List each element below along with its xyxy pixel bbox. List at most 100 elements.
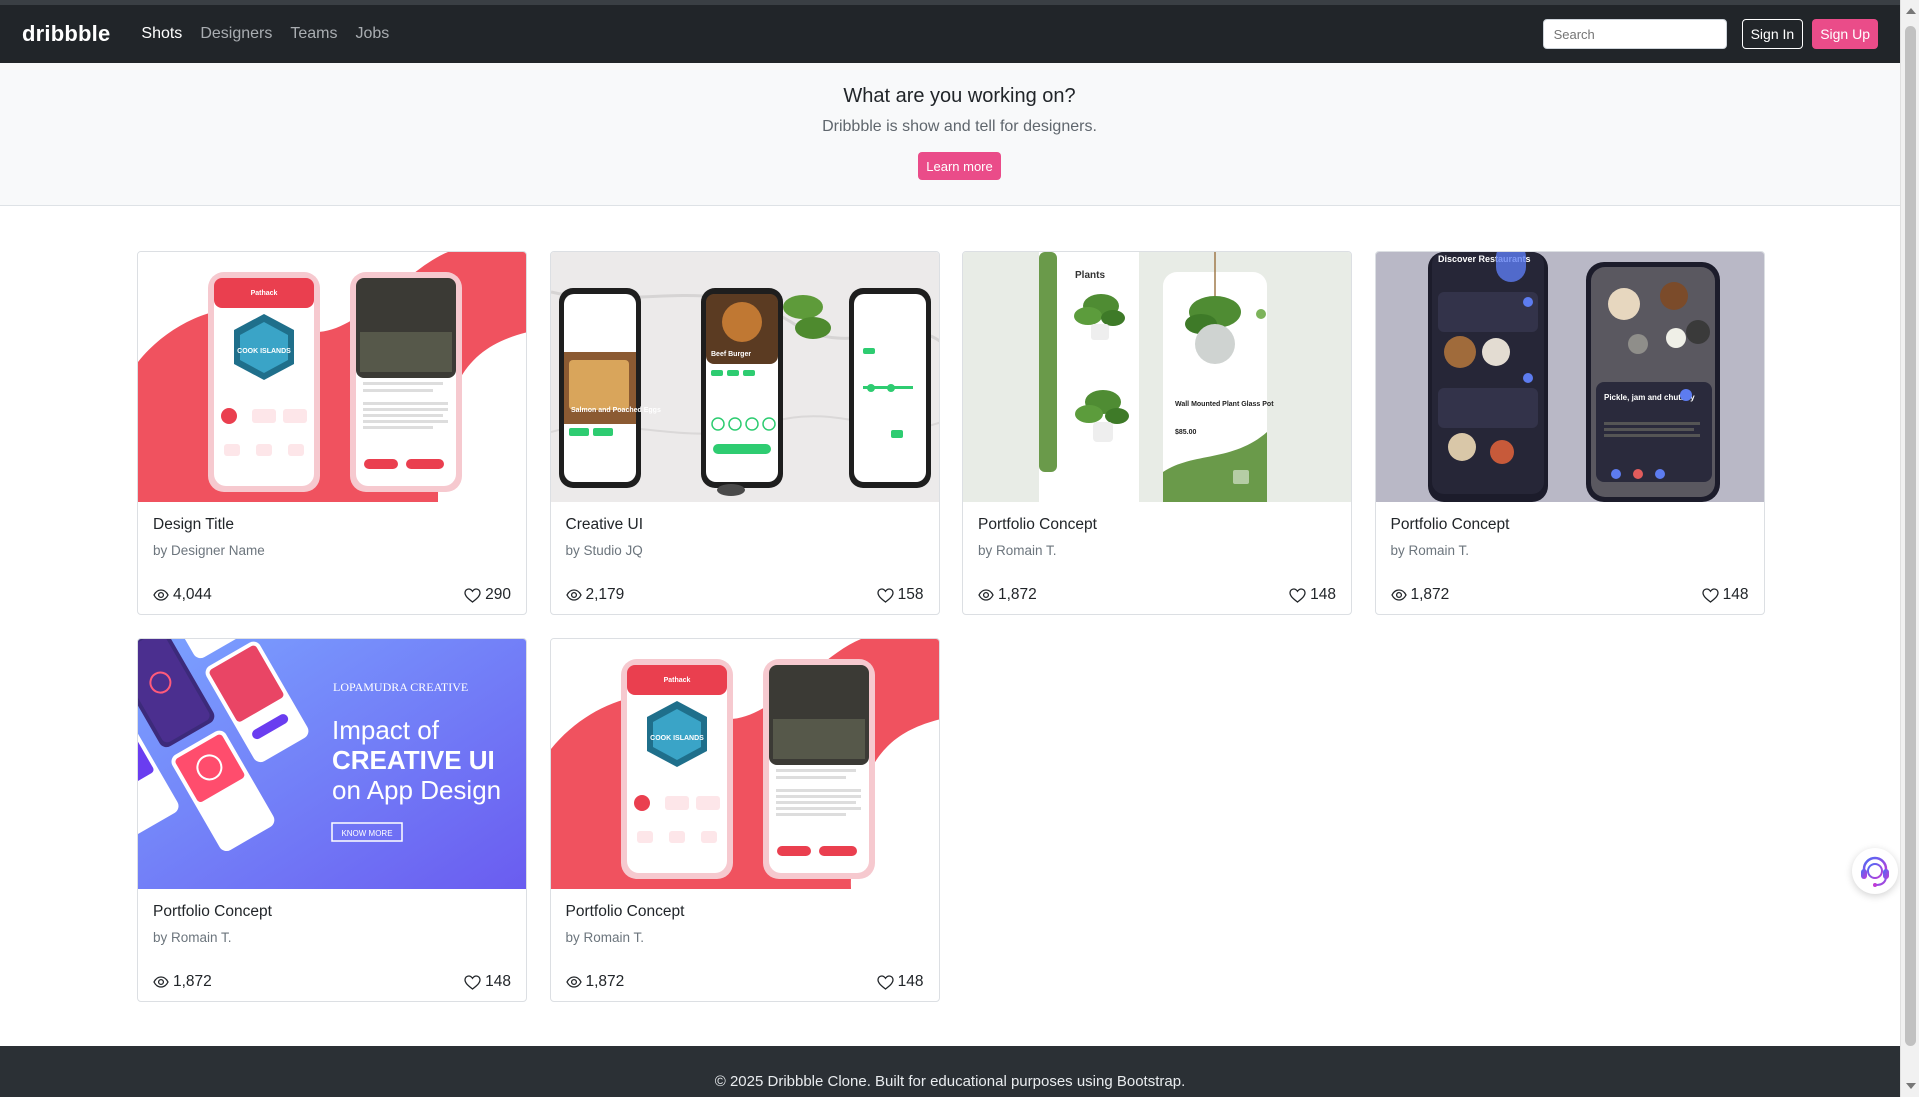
shot-thumb-text: Pathack: [663, 677, 690, 684]
likes-value: 148: [897, 973, 924, 990]
nav-link-teams[interactable]: Teams: [281, 25, 346, 43]
nav-link-shots[interactable]: Shots: [132, 25, 191, 43]
shot-card[interactable]: Discover Restaurants Pickle, jam and chu…: [1374, 251, 1765, 615]
shot-thumb-text: CREATIVE UI: [332, 745, 495, 775]
views-count: 2,179: [565, 586, 625, 604]
shot-thumb-text: LOPAMUDRA CREATIVE: [333, 680, 468, 694]
shot-title[interactable]: Creative UI: [566, 516, 924, 534]
shot-thumb-text: Pathack: [251, 290, 278, 297]
shot-stats: 1,872 148: [565, 973, 924, 991]
shot-card[interactable]: Salmon and Poached Eggs Beef Burger Crea…: [549, 251, 940, 615]
likes-count[interactable]: 148: [464, 973, 511, 991]
nav-link-jobs[interactable]: Jobs: [346, 25, 398, 43]
shot-thumb-text: COOK ISLANDS: [650, 735, 704, 742]
shot-card[interactable]: Plants Wall Mounted Plant Glass Pot $85.…: [962, 251, 1352, 615]
shot-thumb-text: Salmon and Poached Eggs: [571, 407, 661, 414]
nav-links: Shots Designers Teams Jobs: [132, 25, 398, 43]
scroll-down-arrow-icon[interactable]: [1906, 1083, 1916, 1089]
learn-more-button[interactable]: Learn more: [918, 152, 1001, 180]
shot-title[interactable]: Design Title: [153, 516, 511, 534]
shot-stats: 4,044 290: [153, 586, 511, 604]
shot-card[interactable]: LOPAMUDRA CREATIVE Impact of CREATIVE UI…: [137, 638, 527, 1002]
eye-icon: [153, 976, 169, 988]
page-scrollbar[interactable]: [1900, 0, 1919, 1097]
shot-stats: 1,872 148: [153, 973, 511, 991]
views-value: 1,872: [998, 586, 1037, 603]
shot-info: Creative UI by Studio JQ: [551, 502, 939, 558]
shot-thumb-text: Plants: [1075, 270, 1105, 281]
support-chat-button[interactable]: [1852, 848, 1898, 894]
shot-title[interactable]: Portfolio Concept: [978, 516, 1336, 534]
views-count: 4,044: [153, 586, 212, 604]
views-count: 1,872: [1390, 586, 1450, 604]
eye-icon: [565, 589, 582, 601]
shot-author[interactable]: by Romain T.: [978, 543, 1336, 558]
page-footer: © 2025 Dribbble Clone. Built for educati…: [0, 1046, 1900, 1097]
support-headset-icon[interactable]: [1857, 853, 1893, 889]
shot-title[interactable]: Portfolio Concept: [566, 903, 924, 921]
shot-card[interactable]: Pathack COOK ISLANDS: [137, 251, 527, 615]
sign-up-button[interactable]: Sign Up: [1812, 19, 1878, 49]
shot-thumb-text: COOK ISLANDS: [237, 348, 291, 355]
heart-icon[interactable]: [876, 587, 894, 603]
shot-thumbnail[interactable]: Salmon and Poached Eggs Beef Burger: [550, 252, 939, 502]
brand-logo[interactable]: dribbble: [22, 21, 110, 47]
eye-icon: [978, 589, 994, 601]
likes-count[interactable]: 290: [464, 586, 511, 604]
shot-thumbnail[interactable]: Pathack COOK ISLANDS: [138, 252, 526, 502]
views-count: 1,872: [153, 973, 212, 991]
likes-value: 148: [485, 973, 511, 990]
hero-title: What are you working on?: [843, 85, 1076, 107]
likes-value: 148: [1310, 586, 1336, 603]
shot-info: Design Title by Designer Name: [138, 502, 526, 558]
shot-stats: 1,872 148: [978, 586, 1336, 604]
shot-title[interactable]: Portfolio Concept: [1391, 516, 1749, 534]
shot-info: Portfolio Concept by Romain T.: [1376, 502, 1764, 558]
shot-thumbnail[interactable]: Pathack COOK ISLANDS: [550, 639, 939, 889]
hero-subtitle: Dribbble is show and tell for designers.: [822, 118, 1097, 135]
shot-title[interactable]: Portfolio Concept: [153, 903, 511, 921]
views-value: 1,872: [1410, 586, 1450, 603]
shot-stats: 1,872 148: [1390, 586, 1749, 604]
shot-thumb-text: $85.00: [1175, 429, 1197, 436]
scroll-up-arrow-icon[interactable]: [1906, 8, 1916, 14]
footer-text: © 2025 Dribbble Clone. Built for educati…: [714, 1073, 1186, 1090]
views-value: 4,044: [173, 586, 212, 603]
shot-author[interactable]: by Studio JQ: [566, 543, 924, 558]
shot-thumbnail[interactable]: Discover Restaurants Pickle, jam and chu…: [1375, 252, 1764, 502]
likes-value: 158: [897, 586, 924, 603]
likes-count[interactable]: 148: [876, 973, 924, 991]
hero-banner: What are you working on? Dribbble is sho…: [0, 63, 1919, 206]
views-value: 1,872: [173, 973, 212, 990]
shot-card[interactable]: Pathack COOK ISLANDS: [549, 638, 940, 1002]
search-input[interactable]: [1542, 19, 1727, 49]
heart-icon[interactable]: [876, 974, 894, 990]
likes-count[interactable]: 148: [1289, 586, 1336, 604]
shots-grid: Pathack COOK ISLANDS Design Title by Des…: [137, 251, 1765, 1002]
views-count: 1,872: [978, 586, 1037, 604]
shot-thumbnail[interactable]: Plants Wall Mounted Plant Glass Pot $85.…: [963, 252, 1351, 502]
shot-info: Portfolio Concept by Romain T.: [963, 502, 1351, 558]
shot-info: Portfolio Concept by Romain T.: [138, 889, 526, 945]
likes-count[interactable]: 158: [876, 586, 924, 604]
heart-icon[interactable]: [464, 587, 481, 603]
scrollbar-thumb[interactable]: [1905, 26, 1916, 1046]
sign-in-button[interactable]: Sign In: [1741, 19, 1804, 49]
heart-icon[interactable]: [464, 974, 481, 990]
eye-icon: [565, 976, 582, 988]
top-navbar: dribbble Shots Designers Teams Jobs Sign…: [0, 5, 1919, 63]
heart-icon[interactable]: [1701, 587, 1719, 603]
shot-author[interactable]: by Romain T.: [153, 930, 511, 945]
shot-author[interactable]: by Designer Name: [153, 543, 511, 558]
likes-count[interactable]: 148: [1701, 586, 1749, 604]
nav-link-designers[interactable]: Designers: [191, 25, 281, 43]
shot-author[interactable]: by Romain T.: [566, 930, 924, 945]
shot-thumb-text: Impact of: [332, 715, 440, 745]
shot-info: Portfolio Concept by Romain T.: [551, 889, 939, 945]
shot-author[interactable]: by Romain T.: [1391, 543, 1749, 558]
likes-value: 148: [1722, 586, 1749, 603]
likes-value: 290: [485, 586, 511, 603]
shot-thumbnail[interactable]: LOPAMUDRA CREATIVE Impact of CREATIVE UI…: [138, 639, 526, 889]
views-value: 2,179: [585, 586, 625, 603]
heart-icon[interactable]: [1289, 587, 1306, 603]
